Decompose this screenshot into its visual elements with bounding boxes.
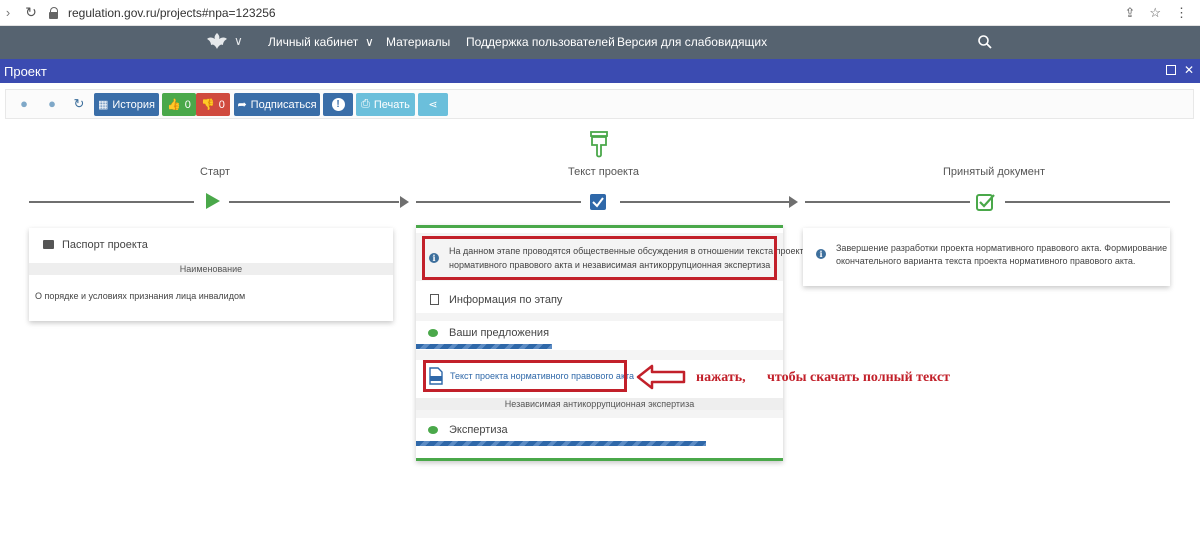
- browser-actions: ⇪ ☆ ⋮: [1124, 5, 1188, 21]
- rss-icon: ➦: [237, 99, 247, 111]
- share-icon[interactable]: ⇪: [1124, 5, 1135, 21]
- address-bar[interactable]: regulation.gov.ru/projects#npa=123256: [68, 6, 276, 20]
- back-arrow-icon[interactable]: ›: [0, 5, 16, 20]
- document-list-icon: [430, 294, 439, 305]
- proposals-progress: [416, 344, 552, 349]
- expertise-row[interactable]: Экспертиза: [416, 422, 783, 440]
- timeline-line: [805, 201, 970, 203]
- project-title-bar: Проект ✕: [0, 59, 1200, 83]
- check-square-icon: [976, 194, 995, 211]
- thumbs-up-icon: 👍: [167, 99, 181, 111]
- timeline-arrow-icon: [400, 196, 409, 208]
- stage-info-row[interactable]: Информация по этапу: [416, 291, 783, 309]
- subscribe-button[interactable]: ➦ Подписаться: [234, 93, 320, 116]
- reload-icon[interactable]: ↻: [22, 4, 40, 21]
- timeline-line: [29, 201, 194, 203]
- printer-icon: ⎙: [361, 98, 370, 110]
- lock-icon: [48, 6, 60, 19]
- thumbs-down-icon: 👎: [201, 99, 215, 111]
- annotation-text-1: нажать,: [696, 370, 746, 385]
- timeline-line: [1005, 201, 1170, 203]
- info-icon: i: [816, 249, 826, 259]
- alert-button[interactable]: !: [323, 93, 353, 116]
- comment-icon: [428, 329, 438, 337]
- browser-bar: › ↻ regulation.gov.ru/projects#npa=12325…: [0, 0, 1200, 26]
- accepted-description-2: окончательного варианта текста проекта н…: [836, 256, 1136, 266]
- checkbox-active-icon: [590, 194, 606, 210]
- emblem-icon[interactable]: [205, 31, 229, 53]
- nav-personal-cabinet[interactable]: Личный кабинет ∨: [268, 35, 374, 49]
- annotation-text-2: чтобы скачать полный текст: [767, 370, 951, 385]
- share-button[interactable]: ⋖: [418, 93, 448, 116]
- expertise-progress: [416, 441, 706, 446]
- play-icon: [206, 193, 220, 209]
- comment-icon: [428, 426, 438, 434]
- card-top-accent: [416, 225, 783, 228]
- name-header: Наименование: [29, 263, 393, 275]
- accepted-description-1: Завершение разработки проекта нормативно…: [836, 243, 1168, 253]
- timeline-line: [229, 201, 399, 203]
- project-name: О порядке и условиях признания лица инва…: [35, 291, 246, 301]
- bookmark-star-icon[interactable]: ☆: [1149, 5, 1161, 21]
- highlight-doc-link: [423, 360, 627, 392]
- history-button[interactable]: ▦ История: [94, 93, 159, 116]
- highlight-stage-info: [422, 236, 777, 280]
- card-bottom-accent: [416, 458, 783, 461]
- start-card: Паспорт проекта Наименование О порядке и…: [29, 228, 393, 321]
- back-circle-icon[interactable]: ●: [16, 96, 32, 112]
- maximize-icon[interactable]: [1165, 65, 1176, 75]
- passport-row[interactable]: Паспорт проекта: [29, 238, 393, 254]
- exclamation-icon: !: [331, 98, 345, 111]
- nav-support[interactable]: Поддержка пользователей: [466, 35, 615, 49]
- top-navigation: ∨ Личный кабинет ∨ Материалы Поддержка п…: [0, 26, 1200, 59]
- hand-pointer-icon: [590, 131, 608, 158]
- anticorruption-header: Независимая антикоррупционная экспертиза: [416, 398, 783, 410]
- accepted-card: i Завершение разработки проекта норматив…: [803, 228, 1170, 286]
- search-icon[interactable]: [977, 34, 993, 50]
- print-button[interactable]: ⎙ Печать: [356, 93, 415, 116]
- chevron-down-icon[interactable]: ∨: [234, 34, 243, 48]
- refresh-icon[interactable]: ↻: [71, 96, 87, 112]
- menu-dots-icon[interactable]: ⋮: [1175, 5, 1188, 21]
- timeline-line: [416, 201, 581, 203]
- briefcase-icon: [43, 240, 54, 249]
- forward-circle-icon[interactable]: ●: [44, 96, 60, 112]
- step-label-text: Текст проекта: [568, 166, 640, 178]
- step-label-accepted: Принятый документ: [943, 166, 1045, 178]
- nav-accessible-version[interactable]: Версия для слабовидящих: [617, 35, 767, 49]
- proposals-row[interactable]: Ваши предложения: [416, 325, 783, 343]
- like-button[interactable]: 👍 0: [162, 93, 196, 116]
- dislike-button[interactable]: 👎 0: [196, 93, 230, 116]
- calendar-icon: ▦: [97, 99, 109, 111]
- annotation-arrow-icon: [636, 364, 686, 390]
- timeline-arrow-icon: [789, 196, 798, 208]
- toolbar: ● ● ↻ ▦ История 👍 0 👎 0 ➦ Подписаться ! ⎙ Печ…: [5, 89, 1194, 119]
- share-nodes-icon: ⋖: [428, 99, 438, 111]
- timeline-line: [620, 201, 790, 203]
- step-label-start: Старт: [200, 166, 230, 178]
- close-icon[interactable]: ✕: [1184, 63, 1194, 77]
- nav-materials[interactable]: Материалы: [386, 35, 450, 49]
- window-title: Проект: [4, 63, 47, 79]
